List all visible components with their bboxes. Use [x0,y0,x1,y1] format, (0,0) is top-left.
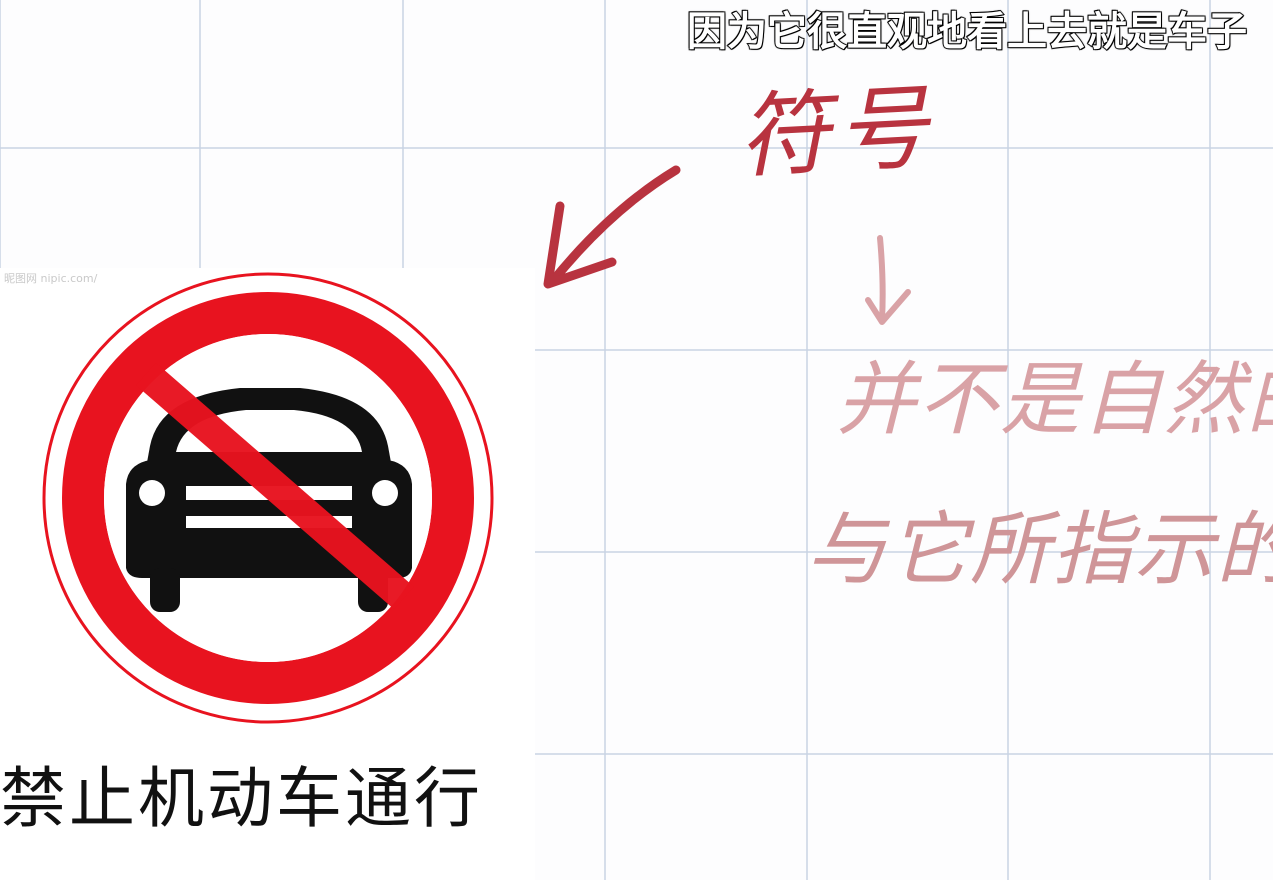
handwritten-note-line-2: 与它所指示的 [806,503,1273,596]
slide-canvas: 因为它很直观地看上去就是车子 昵图网 nipic.com/ 禁止机动车通行 符号… [0,0,1273,880]
sign-caption: 禁止机动车通行 [0,760,483,837]
handwritten-note-line-1: 并不是自然的 [836,353,1273,446]
handwritten-symbol-word: 符号 [735,73,937,192]
video-subtitle: 因为它很直观地看上去就是车子 [686,8,1248,56]
traffic-sign-image: 昵图网 nipic.com/ 禁止机动车通行 [0,268,535,880]
no-motor-vehicles-sign [42,272,494,724]
